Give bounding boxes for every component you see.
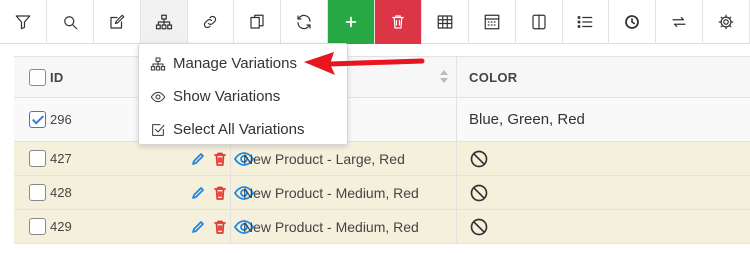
delete-button[interactable]	[375, 0, 422, 44]
duplicate-button[interactable]	[234, 0, 282, 44]
ban-icon	[469, 183, 489, 203]
id-cell: 428	[14, 176, 94, 209]
row-id: 296	[50, 112, 72, 127]
product-name: New Product - Medium, Red	[243, 184, 419, 201]
link-icon	[204, 15, 217, 29]
eye-icon	[150, 89, 166, 105]
exchange-icon	[672, 16, 686, 28]
clock-icon	[625, 15, 640, 29]
copy-icon	[250, 14, 264, 29]
menu-item-label: Manage Variations	[173, 55, 297, 72]
table-row[interactable]: 427 New Product - Large, Red	[14, 142, 750, 176]
trash-icon	[392, 15, 404, 29]
calculator-icon	[484, 14, 500, 30]
pencil-icon[interactable]	[190, 185, 206, 201]
row-checkbox[interactable]	[29, 218, 46, 235]
filter-icon	[15, 15, 31, 30]
color-value: Blue, Green, Red	[469, 111, 585, 128]
product-grid: ID COLOR 296 Blue, Green, Red 427 New Pr…	[14, 56, 750, 244]
search-button[interactable]	[47, 0, 94, 44]
trash-icon[interactable]	[212, 151, 228, 167]
history-button[interactable]	[609, 0, 657, 44]
id-cell: 427	[14, 142, 94, 175]
product-name: New Product - Large, Red	[243, 150, 405, 167]
color-cell	[456, 176, 750, 209]
name-cell: New Product - Large, Red	[230, 142, 456, 175]
table-button[interactable]	[422, 0, 469, 44]
plus-icon	[345, 16, 357, 28]
table-row[interactable]: 296 Blue, Green, Red	[14, 98, 750, 142]
actions-cell	[94, 142, 254, 175]
id-header-label: ID	[50, 69, 64, 85]
id-column-header[interactable]: ID	[14, 57, 94, 97]
color-cell	[456, 210, 750, 243]
color-column-header[interactable]: COLOR	[456, 57, 750, 97]
product-name: New Product - Medium, Red	[243, 218, 419, 235]
row-checkbox[interactable]	[29, 184, 46, 201]
color-header-label: COLOR	[469, 69, 518, 85]
row-id: 428	[50, 185, 72, 200]
ban-icon	[469, 149, 489, 169]
select-all-checkbox[interactable]	[29, 68, 46, 86]
edit-button[interactable]	[94, 0, 141, 44]
trash-icon[interactable]	[212, 219, 228, 235]
toolbar	[0, 0, 750, 44]
table-row[interactable]: 429 New Product - Medium, Red	[14, 210, 750, 244]
link-button[interactable]	[188, 0, 235, 44]
table-row[interactable]: 428 New Product - Medium, Red	[14, 176, 750, 210]
refresh-icon	[297, 14, 311, 30]
list-icon	[578, 16, 593, 28]
trash-icon[interactable]	[212, 185, 228, 201]
refresh-button[interactable]	[281, 0, 329, 44]
check-square-icon	[150, 122, 166, 138]
edit-icon	[110, 14, 125, 29]
row-checkbox[interactable]	[29, 150, 46, 167]
exchange-button[interactable]	[656, 0, 704, 44]
show-variations-menu-item[interactable]: Show Variations	[139, 80, 347, 113]
row-id: 429	[50, 219, 72, 234]
annotation-arrow-icon	[304, 52, 425, 75]
color-cell	[456, 142, 750, 175]
id-cell: 296	[14, 98, 94, 141]
calculator-button[interactable]	[469, 0, 516, 44]
columns-icon	[531, 14, 546, 30]
list-button[interactable]	[563, 0, 610, 44]
variations-button[interactable]	[140, 0, 188, 44]
row-id: 427	[50, 151, 72, 166]
select-all-variations-menu-item[interactable]: Select All Variations	[139, 113, 347, 146]
name-cell: New Product - Medium, Red	[230, 176, 456, 209]
name-cell: New Product - Medium, Red	[230, 210, 456, 243]
add-button[interactable]	[328, 0, 375, 44]
menu-item-label: Show Variations	[173, 88, 281, 105]
pencil-icon[interactable]	[190, 151, 206, 167]
actions-cell	[94, 210, 254, 243]
pencil-icon[interactable]	[190, 219, 206, 235]
columns-button[interactable]	[516, 0, 563, 44]
row-checkbox[interactable]	[29, 111, 46, 128]
gear-icon	[718, 14, 734, 30]
sitemap-icon	[150, 56, 166, 72]
color-cell: Blue, Green, Red	[456, 98, 750, 141]
search-icon	[63, 16, 78, 30]
table-icon	[437, 15, 453, 29]
filter-button[interactable]	[0, 0, 47, 44]
actions-cell	[94, 176, 254, 209]
menu-item-label: Select All Variations	[173, 121, 305, 138]
settings-button[interactable]	[703, 0, 750, 44]
ban-icon	[469, 217, 489, 237]
sitemap-icon	[155, 14, 172, 30]
sort-icon[interactable]	[440, 70, 448, 86]
id-cell: 429	[14, 210, 94, 243]
